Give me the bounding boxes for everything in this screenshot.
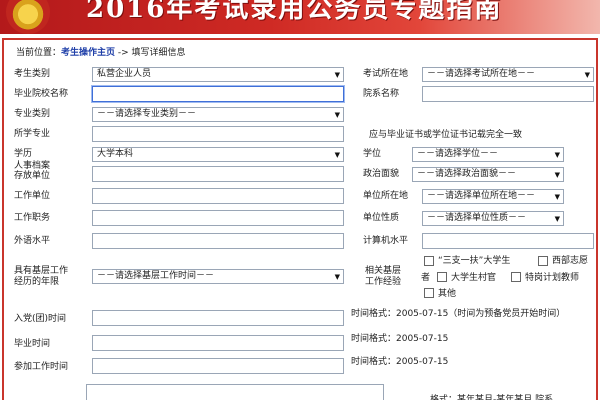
candidate-type-label: 考生类别 [14, 69, 51, 79]
breadcrumb-home-link[interactable]: 考生操作主页 [61, 48, 115, 58]
graduation-date-input[interactable] [92, 335, 344, 351]
exam-location-label: 考试所在地 [363, 69, 409, 79]
breadcrumb-current: 填写详细信息 [131, 48, 186, 58]
work-unit-label: 工作单位 [14, 191, 51, 201]
political-status-value: －－请选择政治面貌－－ [417, 169, 517, 179]
major-category-select[interactable]: －－请选择专业类别－－ ▼ [92, 107, 344, 122]
political-status-select[interactable]: －－请选择政治面貌－－ ▼ [412, 167, 564, 182]
diploma-note: 应与毕业证书或学位证书记载完全一致 [369, 130, 523, 140]
computer-level-input[interactable] [422, 233, 594, 249]
breadcrumb: 当前位置：考生操作主页 -> 填写详细信息 [16, 45, 186, 58]
unit-location-label: 单位所在地 [363, 191, 409, 201]
exam-location-value: －－请选择考试所在地－－ [427, 69, 536, 79]
chevron-down-icon: ▼ [554, 171, 560, 179]
option-western-volunteer-label-cont: 者 [421, 273, 431, 283]
chevron-down-icon: ▼ [584, 71, 590, 79]
grassroots-years-value: －－请选择基层工作时间－－ [97, 271, 215, 281]
education-history-format: 格式：某年某月-某年某月 院系 [430, 395, 554, 400]
option-village-official-checkbox[interactable] [437, 272, 447, 282]
archive-unit-label-line2: 存放单位 [14, 171, 51, 181]
job-title-label: 工作职务 [14, 213, 51, 223]
option-special-teacher-checkbox[interactable] [511, 272, 521, 282]
unit-nature-select[interactable]: －－请选择单位性质－－ ▼ [422, 211, 564, 226]
school-name-label: 毕业院校名称 [14, 89, 69, 99]
education-value: 大学本科 [97, 149, 134, 159]
unit-location-select[interactable]: －－请选择单位所在地－－ ▼ [422, 189, 564, 204]
chevron-down-icon: ▼ [554, 151, 560, 159]
department-name-label: 院系名称 [363, 89, 400, 99]
grassroots-years-label-line1: 具有基层工作 [14, 266, 69, 276]
education-select[interactable]: 大学本科 ▼ [92, 147, 344, 162]
candidate-type-select[interactable]: 私营企业人员 ▼ [92, 67, 344, 82]
party-date-input[interactable] [92, 310, 344, 326]
job-title-input[interactable] [92, 210, 344, 226]
degree-value: －－请选择学位－－ [417, 149, 499, 159]
chevron-down-icon: ▼ [554, 193, 560, 201]
work-start-date-label: 参加工作时间 [14, 362, 69, 372]
exam-location-select[interactable]: －－请选择考试所在地－－ ▼ [422, 67, 594, 82]
work-start-date-input[interactable] [92, 358, 344, 374]
foreign-language-input[interactable] [92, 233, 344, 249]
party-date-label: 入党(团)时间 [14, 314, 67, 324]
chevron-down-icon: ▼ [554, 215, 560, 223]
department-name-input[interactable] [422, 86, 594, 102]
grassroots-exp-label-line2: 工作经验 [365, 277, 402, 287]
unit-location-value: －－请选择单位所在地－－ [427, 191, 536, 201]
candidate-type-value: 私营企业人员 [97, 69, 152, 79]
grassroots-exp-label-line1: 相关基层 [365, 266, 402, 276]
graduation-date-label: 毕业时间 [14, 339, 51, 349]
breadcrumb-separator: -> [115, 48, 132, 58]
foreign-language-label: 外语水平 [14, 236, 51, 246]
unit-nature-label: 单位性质 [363, 213, 400, 223]
archive-unit-input[interactable] [92, 166, 344, 182]
party-date-format: 时间格式：2005-07-15（时间为预备党员开始时间） [351, 309, 566, 319]
grassroots-years-select[interactable]: －－请选择基层工作时间－－ ▼ [92, 269, 344, 284]
major-label: 所学专业 [14, 129, 51, 139]
unit-nature-value: －－请选择单位性质－－ [427, 213, 527, 223]
banner-title: 2016年考试录用公务员专题指南 [86, 0, 503, 24]
education-label: 学历 [14, 149, 33, 159]
option-sanzhiyifu-label: “三支一扶”大学生 [438, 256, 511, 266]
option-sanzhiyifu-checkbox[interactable] [424, 256, 434, 266]
chevron-down-icon: ▼ [334, 273, 340, 281]
option-special-teacher-label: 特岗计划教师 [525, 273, 580, 283]
major-category-label: 专业类别 [14, 109, 51, 119]
chevron-down-icon: ▼ [334, 111, 340, 119]
option-village-official-label: 大学生村官 [451, 273, 497, 283]
major-input[interactable] [92, 126, 344, 142]
graduation-date-format: 时间格式：2005-07-15 [351, 334, 449, 344]
option-western-volunteer-checkbox[interactable] [538, 256, 548, 266]
chevron-down-icon: ▼ [334, 151, 340, 159]
school-name-input[interactable] [92, 86, 344, 102]
work-unit-input[interactable] [92, 188, 344, 204]
education-history-textarea[interactable] [86, 384, 384, 400]
header-banner: 2016年考试录用公务员专题指南 [0, 0, 600, 34]
major-category-value: －－请选择专业类别－－ [97, 109, 197, 119]
grassroots-years-label-line2: 经历的年限 [14, 277, 60, 287]
form-panel: 当前位置：考生操作主页 -> 填写详细信息 考生类别 私营企业人员 ▼ 考试所在地… [2, 38, 598, 400]
chevron-down-icon: ▼ [334, 71, 340, 79]
option-western-volunteer-label: 西部志愿 [552, 256, 589, 266]
option-other-checkbox[interactable] [424, 288, 434, 298]
degree-select[interactable]: －－请选择学位－－ ▼ [412, 147, 564, 162]
work-start-date-format: 时间格式：2005-07-15 [351, 357, 449, 367]
option-other-label: 其他 [438, 289, 457, 299]
political-status-label: 政治面貌 [363, 169, 400, 179]
computer-level-label: 计算机水平 [363, 236, 409, 246]
national-emblem-icon [6, 0, 50, 34]
breadcrumb-prefix: 当前位置： [16, 48, 62, 58]
degree-label: 学位 [363, 149, 382, 159]
